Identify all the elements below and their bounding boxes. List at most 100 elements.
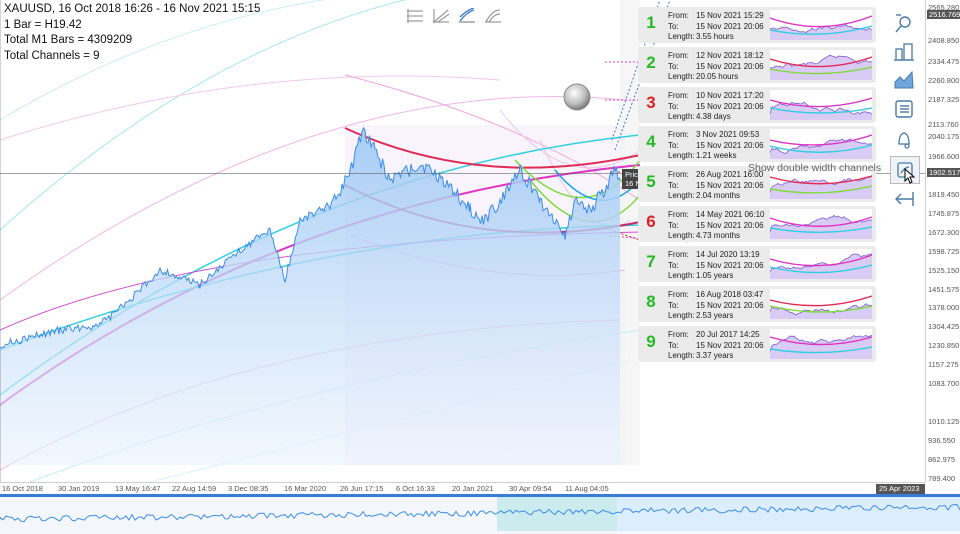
channel-to: 15 Nov 2021 20:06 [696, 340, 764, 350]
price-label: 1010.125 [928, 417, 960, 426]
length-label: Length: [668, 351, 695, 360]
channel-number: 1 [646, 13, 656, 32]
length-label: Length: [668, 151, 695, 160]
channel-from: 10 Nov 2021 17:20 [696, 91, 764, 100]
channel-panel[interactable]: 3 From: 10 Nov 2021 17:20 To: 15 Nov 2021 … [638, 87, 876, 123]
channel-thumbnail [770, 10, 872, 40]
channel-to: 15 Nov 2021 20:06 [696, 21, 764, 31]
time-label: 20 Jan 2021 [452, 484, 494, 493]
time-label: 3 Dec 08:35 [228, 484, 269, 493]
to-label: To: [668, 340, 679, 350]
total-channels: Total Channels = 9 [4, 49, 100, 62]
channel-number: 2 [646, 53, 656, 72]
to-label: To: [668, 300, 679, 310]
length-label: Length: [668, 112, 695, 121]
channel-lines-icon[interactable] [458, 8, 476, 24]
navigator[interactable] [0, 494, 960, 534]
channel-details: From: 14 Jul 2020 13:19 To: 15 Nov 2021 20… [668, 250, 764, 282]
to-label: To: [668, 220, 679, 230]
navigator-chart [0, 497, 960, 531]
channel-details: From: 15 Nov 2021 15:29 To: 15 Nov 2021 20… [668, 11, 764, 43]
arc-lines-icon[interactable] [484, 8, 502, 24]
price-label: 2187.325 [928, 95, 960, 104]
price-label: 1672.300 [928, 228, 960, 237]
bell-icon[interactable] [890, 126, 918, 152]
length-label: Length: [668, 231, 695, 240]
length-label: Length: [668, 271, 695, 280]
zoom-icon[interactable] [890, 10, 918, 36]
price-label: 1083.700 [928, 379, 960, 388]
current-price-tag: 1902.517 [927, 168, 960, 177]
channel-from: 3 Nov 2021 09:53 [696, 130, 760, 139]
channel-from: 12 Nov 2021 18:12 [696, 51, 764, 60]
price-label: 1966.600 [928, 152, 960, 161]
time-label: 6 Oct 16:33 [396, 484, 435, 493]
price-label: 2040.175 [928, 132, 960, 141]
price-axis[interactable]: 2516.769 1902.517 2565.280 2408.850 2334.4… [925, 0, 960, 483]
channel-panel[interactable]: 6 From: 14 May 2021 06:10 To: 15 Nov 2021 … [638, 206, 876, 242]
price-label: 1745.875 [928, 209, 960, 218]
channel-number: 4 [646, 132, 656, 151]
length-label: Length: [668, 72, 695, 81]
channel-panel[interactable]: 2 From: 12 Nov 2021 18:12 To: 15 Nov 2021 … [638, 47, 876, 83]
list-icon[interactable] [890, 96, 918, 122]
channel-number: 5 [646, 172, 656, 191]
buildings-icon[interactable] [890, 38, 918, 64]
price-label: 2334.475 [928, 57, 960, 66]
channel-from: 14 Jul 2020 13:19 [696, 250, 760, 259]
price-label: 1598.725 [928, 247, 960, 256]
price-label: 1304.425 [928, 322, 960, 331]
from-label: From: [668, 11, 689, 20]
channel-length: 4.73 months [696, 231, 741, 240]
price-label: 1819.450 [928, 190, 960, 199]
channel-details: From: 3 Nov 2021 09:53 To: 15 Nov 2021 20:… [668, 130, 764, 162]
navigator-window [497, 497, 617, 531]
current-price-ball-icon [563, 83, 591, 111]
channel-number: 9 [646, 332, 656, 351]
trend-lines-icon[interactable] [432, 8, 450, 24]
channel-thumbnail [770, 90, 872, 120]
channel-panel[interactable]: 9 From: 20 Jul 2017 14:25 To: 15 Nov 2021 … [638, 326, 876, 362]
from-label: From: [668, 91, 689, 100]
channel-length: 1.05 years [696, 271, 734, 280]
length-label: Length: [668, 191, 695, 200]
time-label: 16 Oct 2018 [2, 484, 43, 493]
channel-panel[interactable]: 7 From: 14 Jul 2020 13:19 To: 15 Nov 2021 … [638, 246, 876, 282]
channel-details: From: 14 May 2021 06:10 To: 15 Nov 2021 20… [668, 210, 765, 242]
channel-panel[interactable]: 4 From: 3 Nov 2021 09:53 To: 15 Nov 2021 2… [638, 126, 876, 162]
back-arrow-icon[interactable] [890, 186, 918, 212]
channel-thumbnail [770, 50, 872, 80]
price-label: 936.550 [928, 436, 956, 445]
time-label: 11 Aug 04:05 [565, 484, 609, 493]
channel-length: 3.37 years [696, 351, 734, 360]
channel-length: 4.38 days [696, 112, 731, 121]
to-label: To: [668, 21, 679, 31]
channel-from: 16 Aug 2018 03:47 [696, 290, 764, 299]
area-chart-icon[interactable] [890, 66, 918, 92]
time-label: 13 May 16:47 [115, 484, 161, 493]
to-label: To: [668, 61, 679, 71]
channel-details: From: 16 Aug 2018 03:47 To: 15 Nov 2021 20… [668, 290, 764, 322]
time-label: 26 Jun 17:15 [340, 484, 384, 493]
channel-panel[interactable]: 1 From: 15 Nov 2021 15:29 To: 15 Nov 2021 … [638, 7, 876, 43]
total-bars: Total M1 Bars = 4309209 [4, 34, 133, 46]
from-label: From: [668, 130, 689, 139]
price-label: 1378.000 [928, 303, 960, 312]
channel-to: 15 Nov 2021 20:06 [696, 220, 764, 230]
from-label: From: [668, 170, 689, 179]
price-label: 2260.800 [928, 76, 960, 85]
to-label: To: [668, 140, 679, 150]
top-toolbar [406, 8, 502, 24]
price-label: 2565.280 [928, 3, 960, 12]
channel-number: 3 [646, 93, 656, 112]
channel-to: 15 Nov 2021 20:06 [696, 140, 764, 150]
channel-number: 7 [646, 252, 656, 271]
channel-thumbnail [770, 209, 872, 239]
from-label: From: [668, 210, 689, 219]
length-label: Length: [668, 32, 695, 41]
horizontal-lines-icon[interactable] [406, 8, 424, 24]
channel-panel[interactable]: 8 From: 16 Aug 2018 03:47 To: 15 Nov 2021 … [638, 286, 876, 322]
channel-details: From: 26 Aug 2021 16:00 To: 15 Nov 2021 20… [668, 170, 764, 202]
tooltip: Show double width channels [748, 162, 882, 174]
from-label: From: [668, 250, 689, 259]
